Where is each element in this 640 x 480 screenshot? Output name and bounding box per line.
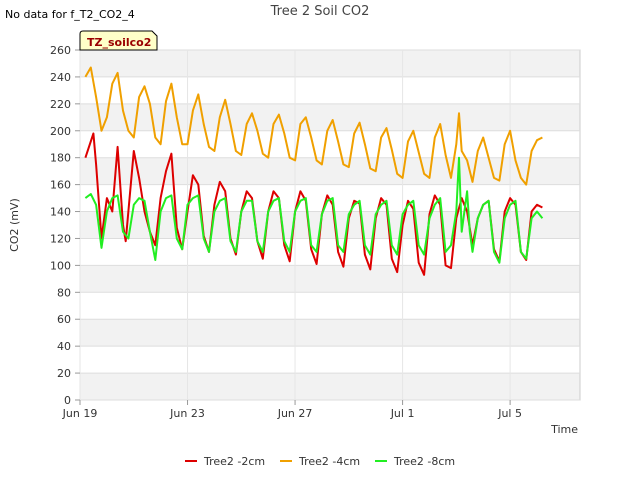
x-axis-label: Time: [550, 423, 578, 436]
x-tick-label: Jun 27: [277, 407, 313, 420]
chart-title: Tree 2 Soil CO2: [270, 4, 370, 19]
y-tick-label: 60: [57, 313, 71, 326]
y-tick-label: 240: [50, 71, 71, 84]
y-tick-label: 260: [50, 44, 71, 57]
badge-label: TZ_soilco2: [87, 36, 151, 49]
background-band: [80, 373, 580, 400]
background-band: [80, 50, 580, 77]
x-tick-label: Jun 19: [62, 407, 98, 420]
x-axis-ticks: Jun 19 Jun 23 Jun 27 Jul 1 Jul 5: [62, 400, 522, 420]
y-tick-label: 220: [50, 98, 71, 111]
background-band: [80, 319, 580, 347]
x-tick-label: Jul 1: [390, 407, 415, 420]
no-data-note: No data for f_T2_CO2_4: [5, 8, 135, 21]
y-tick-label: 20: [57, 367, 71, 380]
y-tick-label: 120: [50, 232, 71, 245]
y-tick-label: 0: [64, 394, 71, 407]
badge: TZ_soilco2: [79, 30, 158, 51]
legend-label: Tree2 -4cm: [298, 455, 360, 468]
x-tick-label: Jun 23: [169, 407, 205, 420]
y-axis-ticks: 0 20 40 60 80 100 120 140 160 180 200 220 240 260: [50, 44, 80, 407]
y-tick-label: 80: [57, 286, 71, 299]
x-tick-label: Jul 5: [497, 407, 522, 420]
legend-label: Tree2 -2cm: [203, 455, 265, 468]
background-band: [80, 157, 580, 185]
y-tick-label: 100: [50, 259, 71, 272]
y-tick-label: 140: [50, 206, 71, 219]
line-chart: 0 20 40 60 80 100 120 140 160 180 200 220 240 260 Jun…: [5, 4, 581, 468]
y-tick-label: 40: [57, 340, 71, 353]
y-axis-label: CO2 (mV): [8, 198, 21, 252]
background-band: [80, 265, 580, 293]
y-tick-label: 160: [50, 179, 71, 192]
y-tick-label: 180: [50, 152, 71, 165]
legend: Tree2 -2cm Tree2 -4cm Tree2 -8cm: [185, 455, 455, 468]
legend-label: Tree2 -8cm: [393, 455, 455, 468]
plot-background-bands: [80, 50, 580, 400]
y-tick-label: 200: [50, 125, 71, 138]
